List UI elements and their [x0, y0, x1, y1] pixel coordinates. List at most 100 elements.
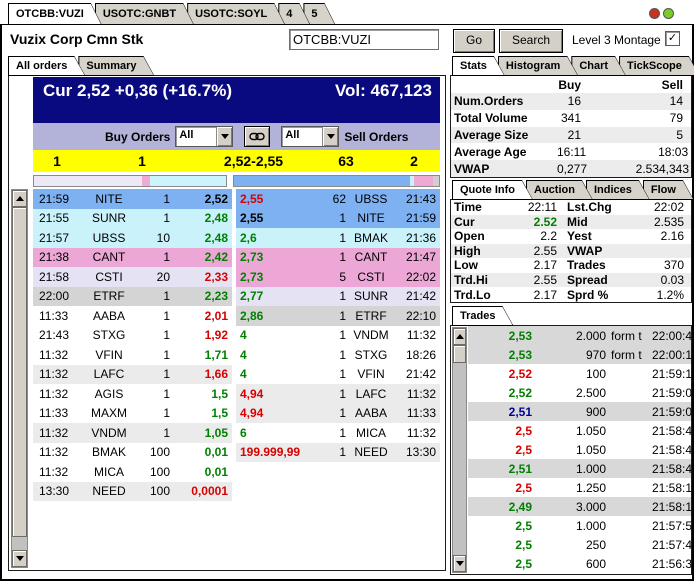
- tab-summary[interactable]: Summary: [78, 56, 154, 76]
- ask-row[interactable]: 2,6 1 BMAK 21:36: [236, 228, 440, 248]
- ask-row[interactable]: 4,94 1 AABA 11:33: [236, 403, 440, 423]
- ask-row[interactable]: 2,77 1 SUNR 21:42: [236, 286, 440, 306]
- chevron-down-icon[interactable]: [322, 127, 339, 146]
- scrollbar-thumb[interactable]: [12, 207, 27, 537]
- depth-segment: [150, 175, 226, 186]
- tab-all-orders[interactable]: All orders: [8, 56, 85, 76]
- scrollbar-channel[interactable]: [453, 363, 466, 555]
- tab-flow[interactable]: Flow: [643, 180, 694, 200]
- depth-segment: [234, 175, 411, 186]
- bid-row[interactable]: 21:57 UBSS 10 2,48: [33, 228, 232, 248]
- trade-row[interactable]: 2,52 100 21:59:15: [468, 364, 694, 383]
- tab-auction[interactable]: Auction: [526, 180, 593, 200]
- quote-value: 2.535: [653, 214, 684, 229]
- trades-scrollbar[interactable]: [452, 327, 467, 573]
- trade-row[interactable]: 2,5 250 21:57:40: [468, 536, 694, 555]
- tab-otcbb-vuzi[interactable]: OTCBB:VUZI: [8, 3, 102, 25]
- bid-time: 11:33: [39, 406, 69, 421]
- ask-row[interactable]: 4 1 VFIN 21:42: [236, 364, 440, 384]
- search-button[interactable]: Search: [499, 29, 563, 53]
- stat-label: Num.Orders: [454, 94, 524, 109]
- bid-row[interactable]: 11:32 VFIN 1 1,71: [33, 345, 232, 365]
- ask-row[interactable]: 4 1 STXG 18:26: [236, 345, 440, 365]
- bid-row[interactable]: 21:59 NITE 1 2,52: [33, 189, 232, 209]
- bid-size: 100: [149, 464, 170, 479]
- quote-label: Low: [454, 258, 478, 273]
- bid-row[interactable]: 11:32 BMAK 100 0,01: [33, 442, 232, 462]
- trade-row[interactable]: 2,5 1.050 21:58:45: [468, 421, 694, 440]
- trade-row[interactable]: 2,5 600 21:56:35: [468, 555, 694, 574]
- ask-row[interactable]: 2,86 1 ETRF 22:10: [236, 306, 440, 326]
- bid-row[interactable]: 11:33 AABA 1 2,01: [33, 306, 232, 326]
- trade-row[interactable]: 2,51 900 21:59:02: [468, 402, 694, 422]
- scroll-up-icon[interactable]: [453, 328, 466, 345]
- tab-trades[interactable]: Trades: [452, 306, 513, 326]
- bid-row[interactable]: 11:33 MAXM 1 1,5: [33, 403, 232, 423]
- go-button[interactable]: Go: [453, 29, 495, 53]
- trade-time: 21:59:07: [652, 385, 694, 400]
- bid-row[interactable]: 11:32 MICA 100 0,01: [33, 462, 232, 482]
- trade-price: 2,5: [515, 423, 532, 438]
- bid-time: 11:32: [39, 425, 69, 440]
- scroll-down-icon[interactable]: [453, 555, 466, 572]
- ask-size: 1: [339, 230, 346, 245]
- depth-segment: [141, 175, 151, 186]
- trade-row[interactable]: 2,53 970 form t 22:00:14: [468, 345, 694, 365]
- buy-filter-select[interactable]: All: [175, 126, 234, 147]
- bid-size: 1: [163, 250, 170, 265]
- tab-quote-info[interactable]: Quote Info: [452, 180, 533, 200]
- ask-row[interactable]: 2,73 1 CANT 21:47: [236, 247, 440, 267]
- tab-chart[interactable]: Chart: [571, 56, 626, 76]
- trade-time: 21:57:40: [652, 538, 694, 553]
- bid-row[interactable]: 21:43 STXG 1 1,92: [33, 325, 232, 345]
- chevron-down-icon[interactable]: [216, 127, 233, 146]
- ask-row[interactable]: 4,94 1 LAFC 11:32: [236, 384, 440, 404]
- scrollbar-channel[interactable]: [12, 537, 27, 550]
- bid-row[interactable]: 11:32 AGIS 1 1,5: [33, 384, 232, 404]
- ask-row[interactable]: 2,73 5 CSTI 22:02: [236, 267, 440, 287]
- trade-size: 2.500: [575, 385, 606, 400]
- ask-row[interactable]: 199.999,99 1 NEED 13:30: [236, 442, 440, 462]
- scroll-down-icon[interactable]: [12, 550, 27, 567]
- ask-time: 11:32: [406, 386, 436, 401]
- level3-montage-checkbox[interactable]: ✓: [665, 31, 680, 46]
- bid-row[interactable]: 21:38 CANT 1 2,42: [33, 247, 232, 267]
- tab-indices[interactable]: Indices: [586, 180, 650, 200]
- trade-row[interactable]: 2,52 2.500 21:59:07: [468, 383, 694, 402]
- bid-mmid: VNDM: [91, 425, 127, 440]
- trade-row[interactable]: 2,49 3.000 21:58:13: [468, 497, 694, 517]
- ask-row[interactable]: 4 1 VNDM 11:32: [236, 325, 440, 345]
- sell-filter-select[interactable]: All: [281, 126, 340, 147]
- bid-mmid: BMAK: [91, 445, 126, 460]
- scroll-up-icon[interactable]: [12, 190, 27, 207]
- trade-row[interactable]: 2,5 1.050 21:58:45: [468, 440, 694, 459]
- tab-histogram[interactable]: Histogram: [498, 56, 578, 76]
- trade-row[interactable]: 2,53 2.000 form t 22:00:41: [468, 326, 694, 346]
- bid-row[interactable]: 11:32 LAFC 1 1,66: [33, 364, 232, 384]
- symbol-input[interactable]: [289, 29, 439, 50]
- trade-time: 21:59:02: [652, 404, 694, 419]
- bid-row[interactable]: 13:30 NEED 100 0,0001: [33, 481, 232, 501]
- bid-row[interactable]: 21:58 CSTI 20 2,33: [33, 267, 232, 287]
- tab-usotc-gnbt[interactable]: USOTC:GNBT: [95, 3, 194, 25]
- tab-stats[interactable]: Stats: [452, 56, 505, 76]
- buy-column-header: Buy: [558, 77, 581, 92]
- trade-row[interactable]: 2,5 1.000 21:57:50: [468, 516, 694, 535]
- scrollbar-thumb[interactable]: [453, 345, 466, 363]
- depth-segment: [432, 175, 439, 186]
- bid-price: 1,5: [211, 386, 228, 401]
- trade-row[interactable]: 2,5 1.250 21:58:17: [468, 478, 694, 497]
- trade-row[interactable]: 2,51 1.000 21:58:45: [468, 459, 694, 479]
- bid-row[interactable]: 22:00 ETRF 1 2,23: [33, 286, 232, 306]
- tab-usotc-soyl[interactable]: USOTC:SOYL: [187, 3, 285, 25]
- trade-price: 2,5: [515, 442, 532, 457]
- orderbook-scrollbar[interactable]: [11, 189, 28, 568]
- bid-row[interactable]: 21:55 SUNR 1 2,48: [33, 208, 232, 228]
- link-filters-button[interactable]: [244, 126, 271, 147]
- bid-row[interactable]: 11:32 VNDM 1 1,05: [33, 423, 232, 443]
- ask-row[interactable]: 2,55 62 UBSS 21:43: [236, 189, 440, 209]
- ask-price: 2,73: [240, 269, 264, 284]
- ask-row[interactable]: 2,55 1 NITE 21:59: [236, 208, 440, 228]
- ask-row[interactable]: 6 1 MICA 11:32: [236, 423, 440, 443]
- tab-tickscope[interactable]: TickScope: [619, 56, 694, 76]
